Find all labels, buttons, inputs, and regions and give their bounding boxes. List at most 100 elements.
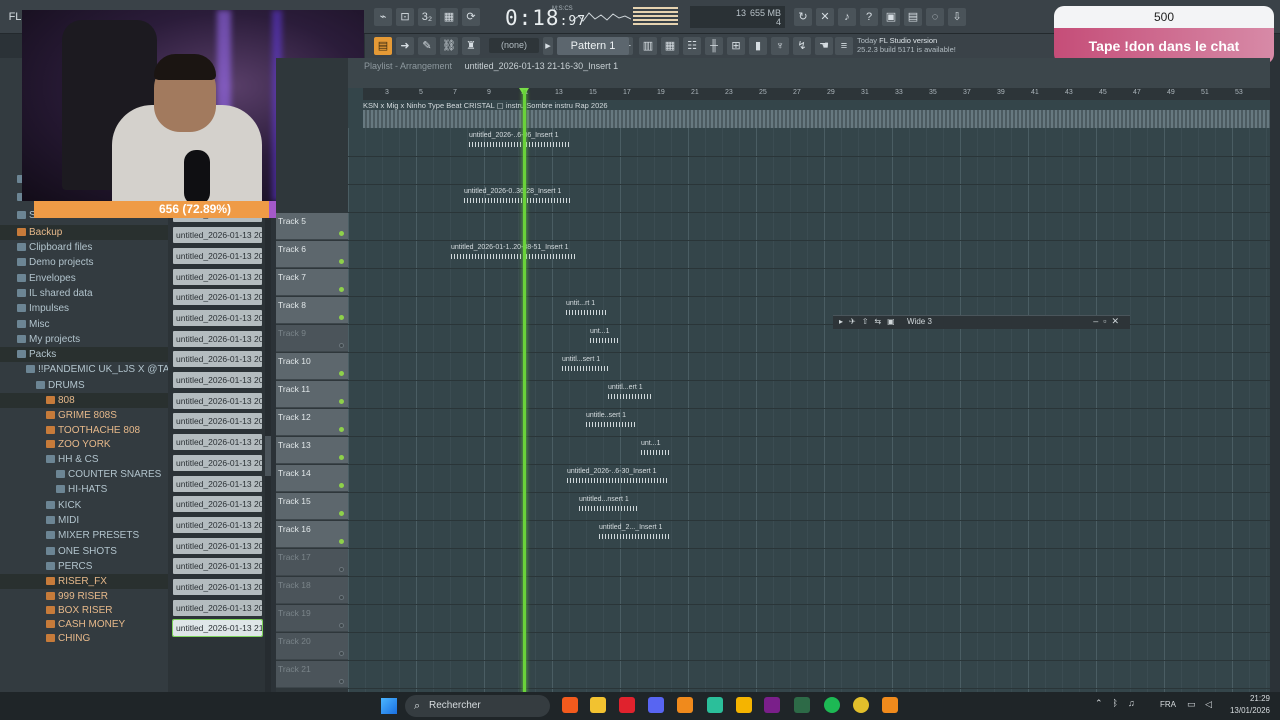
step-edit-icon[interactable]: ▦ — [440, 8, 458, 26]
track-mute-led[interactable] — [339, 595, 344, 600]
recent-file-item[interactable]: untitled_2026-01-13 20- — [173, 227, 262, 244]
discord-icon[interactable] — [648, 697, 664, 713]
track-mute-led[interactable] — [339, 567, 344, 572]
recent-file-item[interactable]: untitled_2026-01-13 20- — [173, 268, 262, 285]
browser-tree-icon[interactable]: ⊞ — [727, 37, 745, 55]
volume-icon[interactable]: ◁ — [1205, 699, 1212, 710]
browser-item[interactable]: GRIME 808S — [0, 408, 168, 423]
track-header[interactable]: Track 18 — [276, 577, 348, 604]
master-volume-bars[interactable] — [633, 7, 678, 27]
system-tray-icons[interactable]: ⌃ᛒ♫ — [1095, 698, 1145, 709]
track-header[interactable]: Track 21 — [276, 661, 348, 688]
track-header[interactable]: Track 15 — [276, 493, 348, 520]
link-icon[interactable]: ⛓ — [440, 37, 458, 55]
browser-item[interactable]: HI-HATS — [0, 482, 168, 497]
pattern-selector[interactable]: Pattern 1 — [557, 37, 629, 55]
pencil-icon[interactable]: ✎ — [418, 37, 436, 55]
track-header[interactable]: Track 6 — [276, 241, 348, 268]
browser-item[interactable]: Misc — [0, 317, 168, 332]
metronome-icon[interactable]: ⌁ — [374, 8, 392, 26]
plugin-window-icons[interactable]: ▸✈⇧⇆▣ — [839, 317, 901, 326]
track-mute-led[interactable] — [339, 399, 344, 404]
audio-clip[interactable]: untit...rt 1 — [566, 299, 606, 321]
track-header[interactable]: Track 9 — [276, 325, 348, 352]
track-header[interactable]: Track 5 — [276, 213, 348, 240]
track-header[interactable]: Track 7 — [276, 269, 348, 296]
track-mute-led[interactable] — [339, 315, 344, 320]
audio-clip[interactable]: untitled...nsert 1 — [579, 495, 637, 517]
recent-file-item[interactable]: untitled_2026-01-13 20- — [173, 516, 262, 533]
recent-file-item[interactable]: untitled_2026-01-13 20- — [173, 309, 262, 326]
plugin-window-controls[interactable]: –▫✕ — [1093, 316, 1124, 327]
browser-item[interactable]: Impulses — [0, 301, 168, 316]
browser-item[interactable]: CHING — [0, 631, 168, 646]
track-header[interactable]: Track 16 — [276, 521, 348, 548]
track-mute-led[interactable] — [339, 623, 344, 628]
browser-item[interactable]: KICK — [0, 498, 168, 513]
recent-file-item[interactable]: untitled_2026-01-13 20- — [173, 558, 262, 575]
recent-file-item[interactable]: untitled_2026-01-13 20- — [173, 537, 262, 554]
network-icon[interactable]: ▭ — [1187, 699, 1196, 710]
track-mute-led[interactable] — [339, 679, 344, 684]
browser-item[interactable]: BOX RISER — [0, 603, 168, 618]
track-header[interactable]: Track 20 — [276, 633, 348, 660]
audio-clip[interactable]: untitled_2..._Insert 1 — [599, 523, 671, 545]
browser-item[interactable]: TOOTHACHE 808 — [0, 423, 168, 438]
browser-item[interactable]: 999 RISER — [0, 589, 168, 604]
playlist-icon[interactable]: ▤ — [374, 37, 392, 55]
track-mute-led[interactable] — [339, 651, 344, 656]
recent-file-item[interactable]: untitled_2026-01-13 20- — [173, 413, 262, 430]
recent-file-item[interactable]: untitled_2026-01-13 20- — [173, 454, 262, 471]
loop-record-icon[interactable]: ⟳ — [462, 8, 480, 26]
recent-file-item[interactable]: untitled_2026-01-13 20- — [173, 475, 262, 492]
recent-file-item[interactable]: untitled_2026-01-13 20- — [173, 351, 262, 368]
mixer-faders-icon[interactable]: ╫ — [705, 37, 723, 55]
audio-clip[interactable]: untitl...sert 1 — [562, 355, 608, 377]
folder-icon[interactable] — [590, 697, 606, 713]
chat-icon[interactable]: ◌ — [926, 8, 944, 26]
track-header[interactable]: Track 17 — [276, 549, 348, 576]
track-header[interactable]: Track 13 — [276, 437, 348, 464]
browser-item[interactable]: DRUMS — [0, 378, 168, 393]
track-header[interactable]: Track 19 — [276, 605, 348, 632]
track-mute-led[interactable] — [339, 343, 344, 348]
recent-file-item[interactable]: untitled_2026-01-13 20- — [173, 392, 262, 409]
track-mute-led[interactable] — [339, 511, 344, 516]
track-mute-led[interactable] — [339, 287, 344, 292]
recent-file-item[interactable]: untitled_2026-01-13 20- — [173, 434, 262, 451]
audio-clip[interactable]: untitle..sert 1 — [586, 411, 636, 433]
download-icon[interactable]: ⇩ — [948, 8, 966, 26]
audio-clip[interactable]: unt...1 — [641, 439, 669, 461]
pattern-prev-icon[interactable]: ▸ — [543, 37, 553, 55]
audio-clip[interactable]: untitled_2026-01-1..20-38-51_Insert 1 — [451, 243, 577, 265]
fl-studio-taskbar-icon[interactable] — [882, 697, 898, 713]
next-icon[interactable] — [764, 697, 780, 713]
files-scrollbar-thumb[interactable] — [265, 436, 271, 476]
render-icon[interactable]: ▤ — [904, 8, 922, 26]
recent-file-item[interactable]: untitled_2026-01-13 20- — [173, 579, 262, 595]
browser-item[interactable]: RISER_FX — [0, 574, 168, 589]
track-header[interactable]: Track 14 — [276, 465, 348, 492]
help-icon[interactable]: ? — [860, 8, 878, 26]
browser-item[interactable]: HH & CS — [0, 452, 168, 467]
snap-select[interactable]: (none) — [489, 38, 539, 53]
channel-rack-icon[interactable]: ▥ — [639, 37, 657, 55]
app-red-icon[interactable] — [619, 697, 635, 713]
browser-item[interactable]: 808 — [0, 393, 168, 408]
browser-item[interactable]: MIXER PRESETS — [0, 528, 168, 543]
browser-item[interactable]: ONE SHOTS — [0, 544, 168, 559]
browser-item[interactable]: Packs — [0, 347, 168, 362]
tools-icon[interactable]: ✕ — [816, 8, 834, 26]
app-yellow-icon[interactable] — [736, 697, 752, 713]
audio-clip[interactable]: untitl...ert 1 — [608, 383, 652, 405]
recent-file-item[interactable]: untitled_2026-01-13 20- — [173, 372, 262, 388]
browser-item[interactable]: ZOO YORK — [0, 437, 168, 452]
browser-item[interactable]: My projects — [0, 332, 168, 347]
mixer-icon[interactable]: ☷ — [683, 37, 701, 55]
audio-clip[interactable]: untitled_2026-0..36-28_Insert 1 — [464, 187, 570, 209]
excel-icon[interactable] — [794, 697, 810, 713]
plugin-icon[interactable]: ♆ — [771, 37, 789, 55]
playhead[interactable] — [523, 90, 526, 698]
browser-item[interactable]: PERCS — [0, 559, 168, 574]
track-mute-led[interactable] — [339, 455, 344, 460]
